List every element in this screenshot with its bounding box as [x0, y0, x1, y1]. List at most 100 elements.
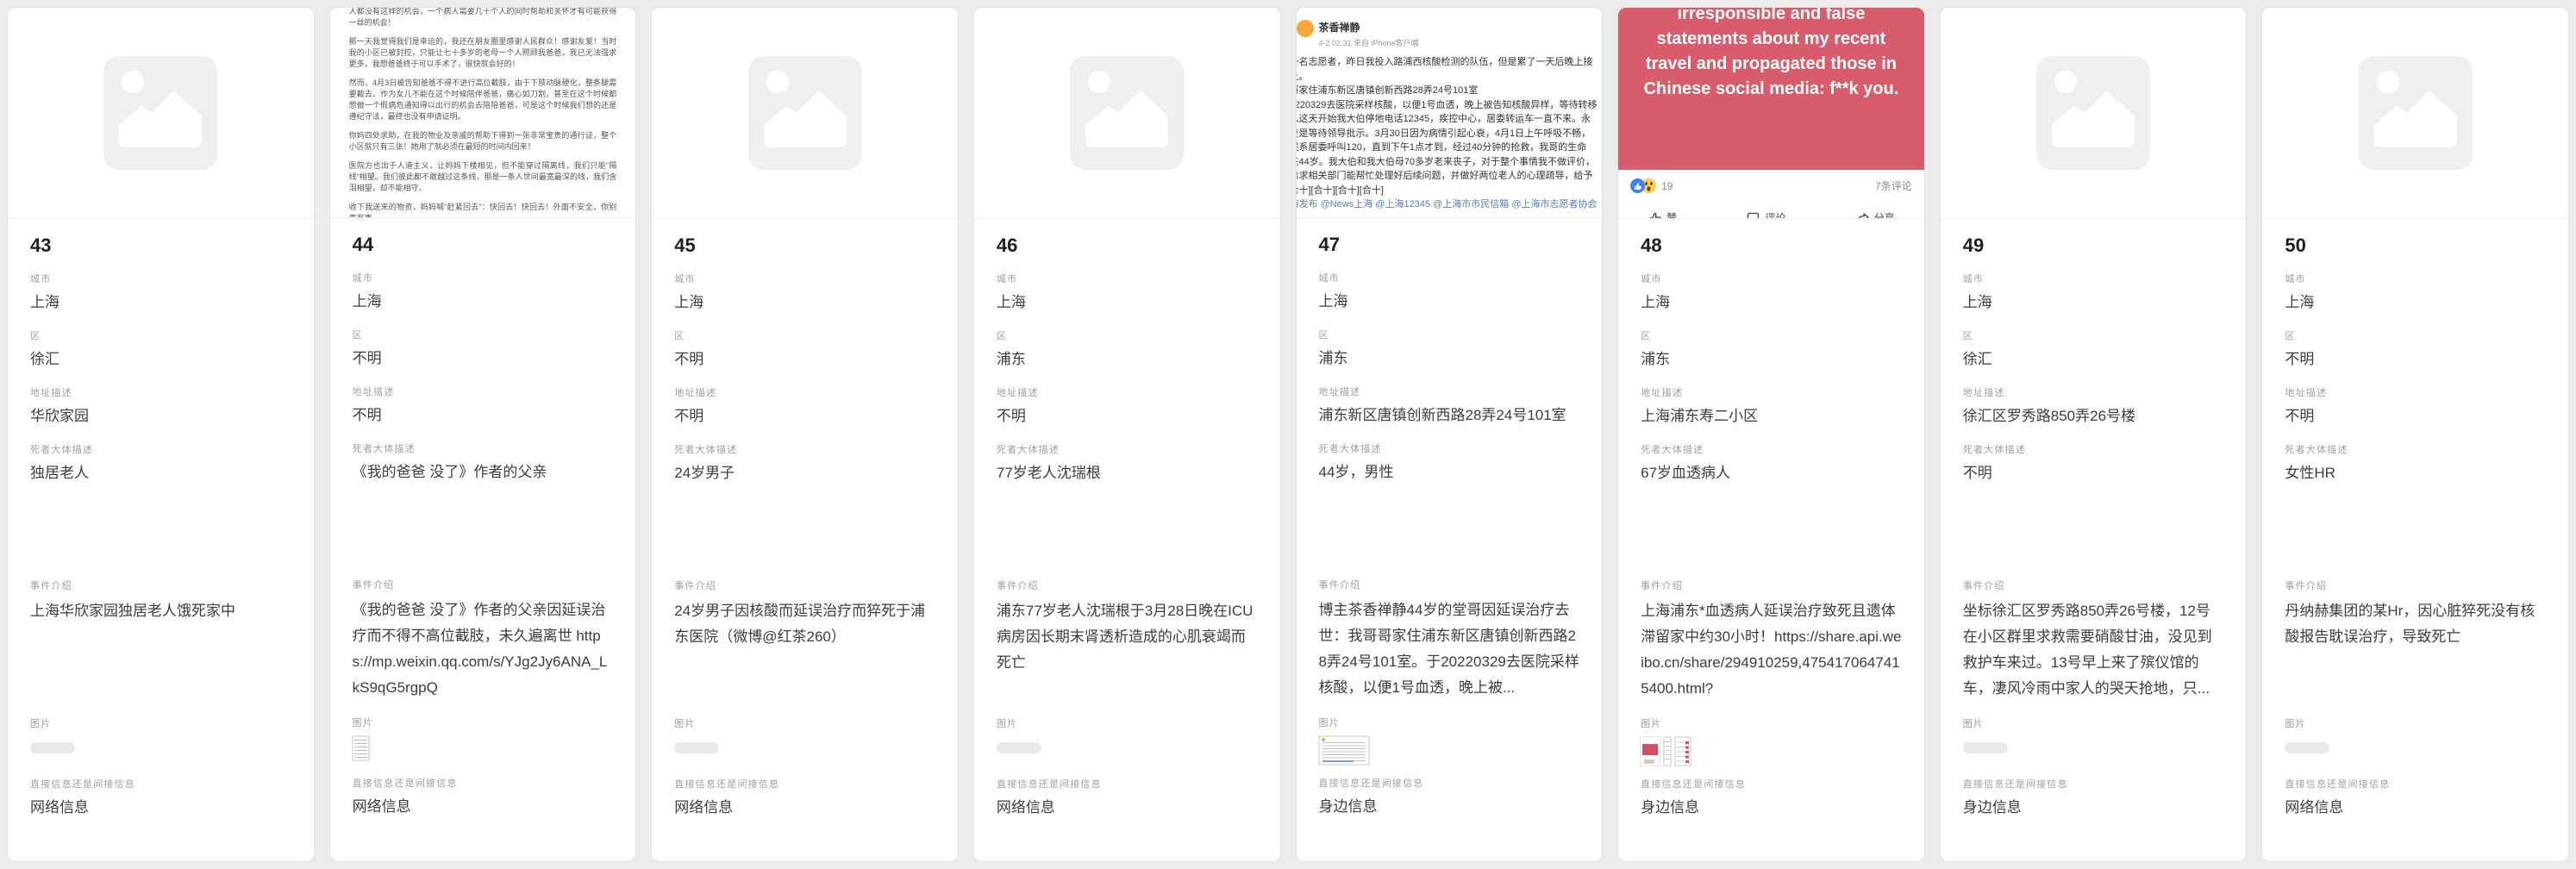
record-card-47[interactable]: 茶香禅静 4-2 02:31 来自 iPhone客户端 一名志愿者，昨日我投入路…	[1296, 7, 1604, 862]
weibo-text-line: 在44岁。我大伯和我大伯母70多岁老来丧子，对于整个事情我不做评价，	[1297, 155, 1603, 170]
share-arrow-icon	[1855, 210, 1870, 219]
card-cover-article-screenshot: 人都没有这样的机会，一个病人需要几十个人的同时帮助和关怀才有可能获得一丝的机会！…	[330, 8, 636, 218]
image-thumbnail	[997, 742, 1041, 753]
field-label-direct: 直接信息还是间接信息	[2285, 779, 2546, 791]
image-thumbnail-row	[353, 736, 614, 765]
weibo-text-line: 上。	[1297, 70, 1603, 84]
field-value-event: 浦东77岁老人沈瑞根于3月28日晚在ICU病房因长期末肾透析造成的心肌衰竭而死亡	[997, 598, 1258, 702]
weibo-text-line: 恳求相关部门能帮忙处理好后续问题，并做好两位老人的心理疏导，给予	[1297, 169, 1603, 184]
field-value-event: 24岁男子因核酸而延误治疗而猝死于浦东医院（微博@红茶260）	[674, 598, 935, 702]
thumb-up-icon	[1648, 210, 1662, 219]
field-label-event: 事件介绍	[1319, 580, 1580, 591]
gallery-board: 43 城市 上海 区 徐汇 地址描述 华欣家园 死者大体描述 独居老人 事件介绍…	[0, 0, 2576, 869]
field-label-address: 地址描述	[353, 387, 614, 398]
card-cover	[974, 8, 1280, 219]
field-value-deceased: 24岁男子	[674, 462, 935, 564]
record-card-46[interactable]: 46 城市 上海 区 浦东 地址描述 不明 死者大体描述 77岁老人沈瑞根 事件…	[973, 7, 1281, 862]
record-card-44[interactable]: 人都没有这样的机会，一个病人需要几十个人的同时帮助和关怀才有可能获得一丝的机会！…	[329, 7, 637, 862]
image-thumbnail-row	[1963, 737, 2224, 766]
field-value-address: 不明	[674, 405, 935, 428]
field-value-deceased: 77岁老人沈瑞根	[997, 462, 1258, 564]
weibo-text-line: 0220329去医院采样核酸，以便1号血透，晚上被告知核酸异样，等待转移	[1297, 98, 1603, 113]
field-label-district: 区	[1319, 330, 1580, 341]
redcard-quote-text: irresponsible and false statements about…	[1642, 8, 1900, 102]
image-placeholder-icon	[2359, 56, 2473, 170]
like-button[interactable]: 赞	[1648, 210, 1677, 219]
field-value-district: 不明	[2285, 348, 2546, 371]
field-label-deceased: 死者大体描述	[30, 445, 291, 456]
image-thumbnail-row	[30, 737, 291, 766]
card-cover	[652, 8, 958, 219]
field-value-city: 上海	[30, 291, 291, 314]
field-value-event: 丹纳赫集团的某Hr，因心脏猝死没有核酸报告耽误治疗，导致死亡	[2285, 598, 2546, 702]
comments-count: 7条评论	[1875, 178, 1912, 193]
field-value-city: 上海	[353, 291, 614, 313]
image-thumbnail	[1641, 737, 1660, 766]
record-card-43[interactable]: 43 城市 上海 区 徐汇 地址描述 华欣家园 死者大体描述 独居老人 事件介绍…	[7, 7, 315, 862]
image-thumbnail	[30, 742, 75, 753]
field-label-city: 城市	[30, 274, 291, 285]
article-paragraph: 你妈四处求助，在我的物业及亲戚的帮助下得到一张非常宝贵的通行证，整个小区就只有三…	[349, 130, 617, 153]
field-value-district: 浦东	[1641, 348, 1902, 371]
field-label-city: 城市	[1641, 274, 1902, 285]
article-paragraph: 医院方也出于人道主义，让妈妈下楼相见，但不能穿过隔离线，我们只能“隔线”相望。我…	[349, 160, 617, 194]
weibo-post-meta: 4-2 02:31 来自 iPhone客户端	[1319, 37, 1419, 48]
field-value-deceased: 《我的爸爸 没了》作者的父亲	[353, 461, 614, 563]
image-placeholder-icon	[748, 56, 862, 170]
field-label-address: 地址描述	[1641, 388, 1902, 399]
field-value-deceased: 44岁，男性	[1319, 461, 1580, 563]
share-label: 分享	[1874, 210, 1895, 219]
field-label-deceased: 死者大体描述	[674, 445, 935, 456]
field-label-address: 地址描述	[1319, 387, 1580, 398]
field-value-city: 上海	[1641, 291, 1902, 314]
record-card-50[interactable]: 50 城市 上海 区 不明 地址描述 不明 死者大体描述 女性HR 事件介绍 丹…	[2261, 7, 2569, 862]
field-label-district: 区	[997, 331, 1258, 342]
weibo-text-line: 哥家住浦东新区唐镇创新西路28弄24号101室	[1297, 84, 1603, 98]
weibo-mentions: 海发布 @News上海 @上海12345 @上海市市民信箱 @上海市志愿者协会	[1297, 197, 1603, 212]
weibo-text-line: 从这天开始我大伯停地电话12345，疾控中心，居委转运车一直不来。永	[1297, 112, 1603, 127]
field-label-image: 图片	[353, 718, 614, 729]
image-placeholder-icon	[1070, 56, 1184, 170]
article-paragraph: 然而，4月3日被告知爸爸不得不进行高位截肢，由于下肢动脉硬化，整条腿需要截去。作…	[349, 78, 617, 122]
field-label-address: 地址描述	[674, 388, 935, 399]
field-label-city: 城市	[1319, 273, 1580, 284]
field-value-district: 徐汇	[1963, 348, 2224, 371]
field-label-district: 区	[1963, 331, 2224, 342]
card-number: 47	[1319, 234, 1580, 256]
field-value-address: 不明	[353, 404, 614, 427]
field-value-city: 上海	[997, 291, 1258, 314]
field-label-deceased: 死者大体描述	[2285, 445, 2546, 456]
field-value-address: 徐汇区罗秀路850弄26号楼	[1963, 405, 2224, 428]
image-thumbnail-row	[1319, 736, 1580, 765]
comment-button[interactable]: 评论	[1746, 210, 1785, 219]
image-thumbnail-row	[1641, 737, 1902, 766]
field-label-image: 图片	[997, 719, 1258, 730]
record-card-48[interactable]: irresponsible and false statements about…	[1617, 7, 1925, 862]
field-label-direct: 直接信息还是间接信息	[1641, 779, 1902, 791]
card-cover-redcard-screenshot: irresponsible and false statements about…	[1618, 8, 1924, 219]
field-label-address: 地址描述	[1963, 388, 2224, 399]
image-thumbnail	[1675, 737, 1691, 766]
field-value-address: 不明	[2285, 405, 2546, 428]
card-content: 46 城市 上海 区 浦东 地址描述 不明 死者大体描述 77岁老人沈瑞根 事件…	[974, 219, 1280, 861]
field-label-address: 地址描述	[997, 388, 1258, 399]
image-thumbnail-row	[674, 737, 935, 766]
action-bar: 赞 评论 分享	[1618, 203, 1924, 219]
comment-label: 评论	[1765, 210, 1785, 219]
field-label-deceased: 死者大体描述	[1963, 445, 2224, 456]
image-placeholder-icon	[103, 56, 217, 170]
field-value-event: 上海华欣家园独居老人饿死家中	[30, 598, 291, 702]
field-label-direct: 直接信息还是间接信息	[30, 779, 291, 791]
record-card-49[interactable]: 49 城市 上海 区 徐汇 地址描述 徐汇区罗秀路850弄26号楼 死者大体描述…	[1940, 7, 2248, 862]
share-button[interactable]: 分享	[1855, 210, 1895, 219]
field-value-direct: 身边信息	[1319, 796, 1580, 818]
field-value-city: 上海	[1963, 291, 2224, 314]
field-value-address: 上海浦东寿二小区	[1641, 405, 1902, 428]
image-thumbnail	[2285, 742, 2329, 753]
field-value-district: 浦东	[997, 348, 1258, 371]
field-value-direct: 身边信息	[1963, 797, 2224, 819]
field-value-address: 浦东新区唐镇创新西路28弄24号101室	[1319, 404, 1580, 427]
record-card-45[interactable]: 45 城市 上海 区 不明 地址描述 不明 死者大体描述 24岁男子 事件介绍 …	[651, 7, 959, 862]
field-label-deceased: 死者大体描述	[1319, 444, 1580, 455]
field-label-city: 城市	[353, 273, 614, 284]
